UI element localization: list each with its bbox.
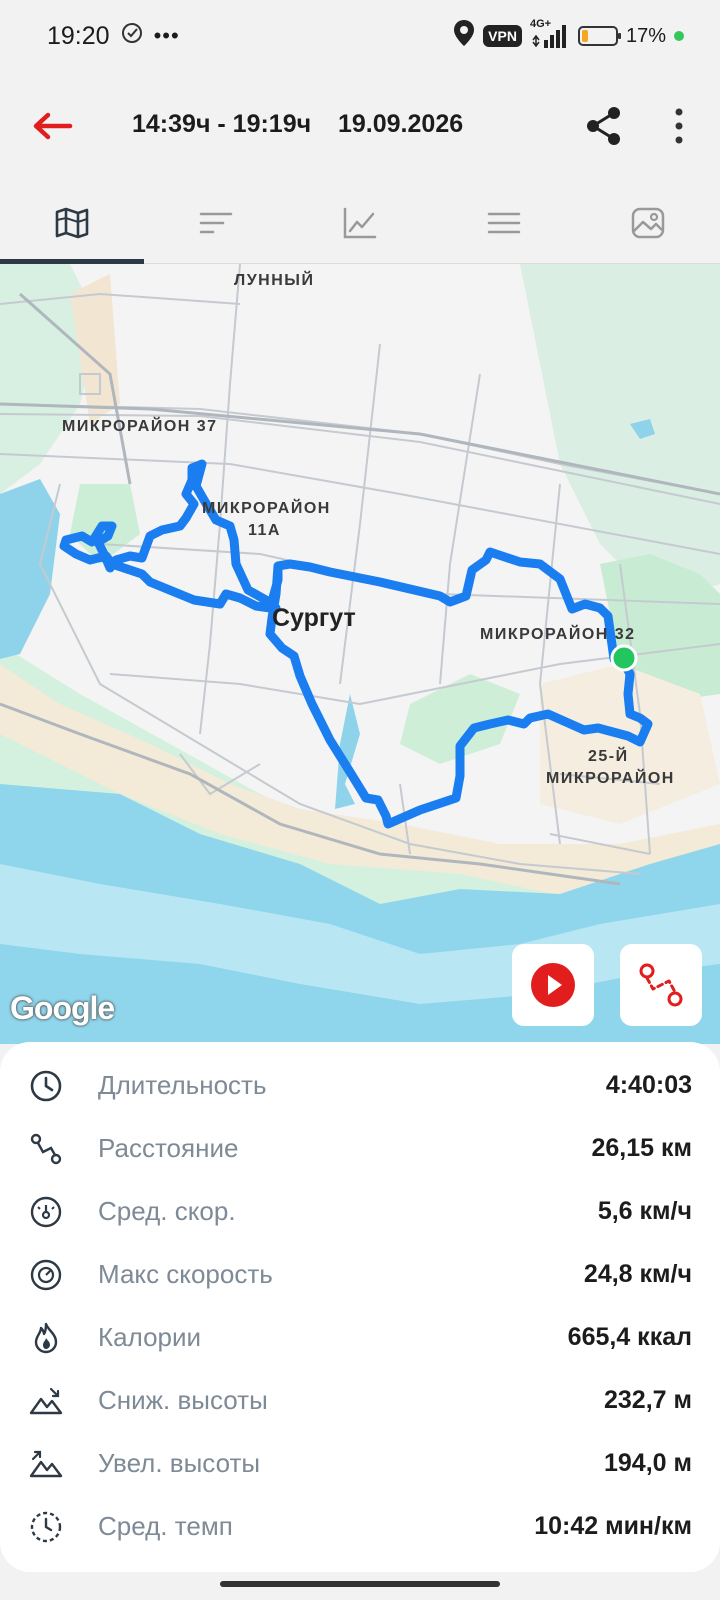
flame-icon (28, 1320, 64, 1356)
chart-icon (343, 207, 377, 238)
stats-panel: Длительность 4:40:03 Расстояние 26,15 км… (0, 1042, 720, 1572)
share-icon (587, 107, 620, 145)
max-speed-icon (28, 1257, 64, 1293)
battery-percent: 17% (625, 24, 666, 47)
play-icon (531, 963, 575, 1007)
stat-row-descent: Сниж. высоты 232,7 м (0, 1369, 720, 1432)
tab-charts[interactable] (288, 182, 432, 263)
track-date: 19.09.2026 (338, 110, 464, 138)
stat-label: Макс скорость (98, 1259, 273, 1289)
stat-label: Увел. высоты (98, 1448, 261, 1478)
google-logo: Google (10, 990, 115, 1026)
route-icon (28, 1131, 64, 1167)
app-bar: 14:39ч - 19:19ч 19.09.2026 (0, 88, 720, 164)
map-label-mkr11a-1: МИКРОРАЙОН (202, 500, 331, 517)
stat-row-duration: Длительность 4:40:03 (0, 1054, 720, 1117)
more-vertical-icon (675, 108, 683, 144)
stat-row-max-speed: Макс скорость 24,8 км/ч (0, 1243, 720, 1306)
location-icon (453, 19, 475, 53)
more-options-button[interactable] (664, 104, 694, 148)
map-canvas (0, 264, 720, 1044)
map-label-city: Сургут (272, 604, 356, 632)
tab-laps[interactable] (144, 182, 288, 263)
stat-value: 10:42 мин/км (534, 1512, 692, 1540)
check-circle-icon (120, 21, 144, 52)
stat-value: 26,15 км (591, 1134, 692, 1162)
stat-value: 232,7 м (603, 1386, 692, 1414)
pace-icon (28, 1509, 64, 1545)
map-label-mkr37: МИКРОРАЙОН 37 (62, 418, 218, 435)
descent-icon (28, 1383, 64, 1419)
stat-row-avg-speed: Сред. скор. 5,6 км/ч (0, 1180, 720, 1243)
stat-label: Сред. скор. (98, 1196, 236, 1226)
privacy-indicator (674, 31, 684, 41)
home-indicator[interactable] (220, 1581, 500, 1587)
stat-value: 4:40:03 (605, 1071, 692, 1099)
stat-row-pace: Сред. темп 10:42 мин/км (0, 1495, 720, 1558)
sort-icon (199, 212, 233, 233)
stat-row-distance: Расстояние 26,15 км (0, 1117, 720, 1180)
ascent-icon (28, 1446, 64, 1482)
map-label-mkr11a-2: 11А (248, 522, 281, 539)
tab-photos[interactable] (576, 182, 720, 263)
stat-label: Длительность (98, 1070, 267, 1100)
battery-icon (577, 26, 621, 46)
start-marker[interactable] (610, 644, 638, 672)
stat-value: 665,4 ккал (567, 1323, 692, 1351)
back-button[interactable] (28, 106, 76, 146)
stat-label: Сред. темп (98, 1511, 233, 1541)
map-icon (55, 207, 89, 238)
tab-map[interactable] (0, 182, 144, 264)
stat-row-calories: Калории 665,4 ккал (0, 1306, 720, 1369)
tab-bar (0, 182, 720, 264)
share-button[interactable] (584, 104, 624, 148)
time-range: 14:39ч - 19:19ч (132, 110, 312, 138)
stat-label: Калории (98, 1322, 202, 1352)
arrow-left-icon (33, 112, 73, 140)
map-label-lunny: ЛУННЫЙ (234, 272, 315, 289)
stat-value: 5,6 км/ч (597, 1197, 692, 1225)
stat-label: Расстояние (98, 1133, 239, 1163)
map-label-mkr32: МИКРОРАЙОН 32 (480, 626, 636, 643)
image-icon (631, 207, 665, 238)
map-label-mkr25-1: 25-Й (588, 748, 629, 765)
stat-value: 194,0 м (603, 1449, 692, 1477)
tab-details[interactable] (432, 182, 576, 263)
stat-value: 24,8 км/ч (583, 1260, 692, 1288)
more-notifications-icon: ••• (153, 23, 180, 48)
map-label-mkr25-2: МИКРОРАЙОН (546, 770, 675, 787)
status-bar: 19:20 ••• VPN 4G+ 17% (0, 0, 720, 72)
signal-icon: 4G+ (530, 18, 570, 50)
route-icon (639, 963, 683, 1007)
clock-icon (28, 1068, 64, 1104)
stat-row-ascent: Увел. высоты 194,0 м (0, 1432, 720, 1495)
speedometer-icon (28, 1194, 64, 1230)
route-view-button[interactable] (620, 944, 702, 1026)
route-map[interactable]: ЛУННЫЙ МИКРОРАЙОН 37 МИКРОРАЙОН 11А Сург… (0, 264, 720, 1044)
status-time: 19:20 (47, 21, 110, 50)
stat-label: Сниж. высоты (98, 1385, 268, 1415)
play-route-button[interactable] (512, 944, 594, 1026)
list-icon (487, 212, 521, 233)
vpn-badge: VPN (483, 25, 522, 47)
